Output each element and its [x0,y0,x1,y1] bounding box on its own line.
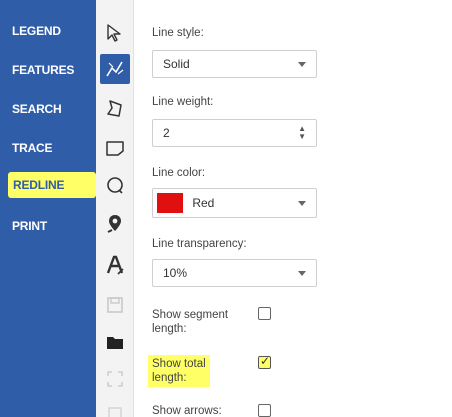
color-swatch [157,192,183,213]
show-total-length-checkbox[interactable]: ✓ [258,354,271,369]
redline-toolbar [96,0,134,417]
line-draw-icon [106,61,124,77]
stepper-arrows-icon[interactable]: ▲ ▼ [298,125,306,141]
expand-tool-button[interactable] [100,364,130,394]
folder-icon [107,337,123,349]
circle-icon [107,177,123,194]
rectangle-tool-button[interactable] [100,133,130,163]
circle-tool-button[interactable] [100,170,130,200]
line-tool-button[interactable] [100,54,130,84]
select-arrow-icon [107,24,121,42]
line-color-value: Red [192,196,215,210]
show-arrows-checkbox[interactable] [258,404,271,417]
polygon-icon [107,100,122,117]
polygon-tool-button[interactable] [100,94,130,124]
chevron-down-icon [298,62,306,67]
line-weight-stepper[interactable]: 2 ▲ ▼ [152,119,317,147]
redline-settings-panel: Line style: Solid Line weight: 2 ▲ ▼ Line… [134,0,452,417]
nav-item-features[interactable]: FEATURES [0,57,96,83]
text-icon [106,255,124,275]
line-color-select[interactable]: Red [152,188,317,218]
select-tool-button[interactable] [100,18,130,48]
show-segment-length-label: Show segment length: [152,309,229,335]
chevron-down-icon [298,271,306,276]
show-total-length-label: Show total length: [148,355,210,387]
line-transparency-select[interactable]: 10% [152,259,317,287]
nav-item-search[interactable]: SEARCH [0,96,96,122]
open-tool-button[interactable] [100,327,130,357]
nav-item-redline[interactable]: REDLINE [8,172,96,198]
save-icon [107,297,123,313]
line-weight-value: 2 [163,126,170,140]
marker-tool-button[interactable] [100,209,130,239]
nav-item-trace[interactable]: TRACE [0,135,96,161]
checkmark-icon: ✓ [260,354,271,368]
line-color-label: Line color: [152,167,206,179]
text-tool-button[interactable] [100,250,130,280]
rectangle-icon [106,141,124,156]
show-arrows-label: Show arrows: [152,405,222,417]
extra-tool-button[interactable] [100,400,130,417]
line-transparency-label: Line transparency: [152,238,247,250]
line-style-label: Line style: [152,27,204,39]
line-transparency-value: 10% [163,266,188,280]
marker-pin-icon [107,215,121,233]
expand-icon [107,371,123,387]
save-tool-button[interactable] [100,290,130,320]
line-style-select[interactable]: Solid [152,50,317,78]
show-segment-length-checkbox[interactable] [258,307,271,320]
left-nav: LEGEND FEATURES SEARCH TRACE REDLINE PRI… [0,0,96,417]
extra-icon [108,407,122,417]
chevron-down-icon [298,201,306,206]
nav-item-legend[interactable]: LEGEND [0,18,96,44]
line-weight-label: Line weight: [152,96,214,108]
line-style-value: Solid [163,57,190,71]
nav-item-print[interactable]: PRINT [0,213,96,239]
